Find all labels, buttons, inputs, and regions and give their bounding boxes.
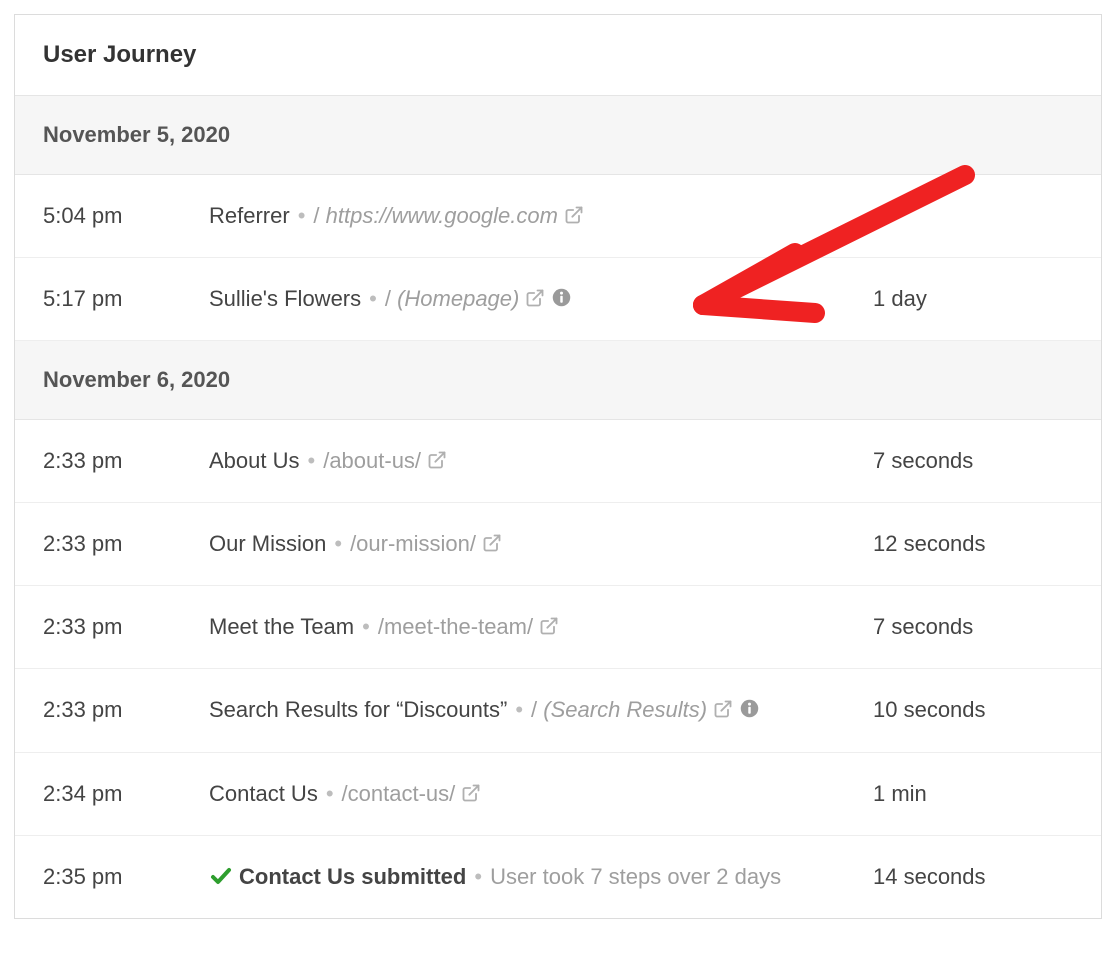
- row-title: Meet the Team: [209, 614, 354, 639]
- row-page: Sullie's Flowers•/ (Homepage): [209, 282, 873, 316]
- row-path: https://www.google.com: [326, 203, 558, 228]
- external-link-icon[interactable]: [713, 699, 733, 719]
- panel-title: User Journey: [15, 15, 1101, 96]
- external-link-icon[interactable]: [539, 616, 559, 636]
- row-title: Contact Us: [209, 781, 318, 806]
- row-time: 5:04 pm: [43, 199, 209, 233]
- row-duration: 7 seconds: [873, 444, 1073, 478]
- journey-row: 5:04 pmReferrer•/ https://www.google.com: [15, 175, 1101, 258]
- separator-dot: •: [318, 781, 342, 806]
- row-title: Sullie's Flowers: [209, 286, 361, 311]
- date-header: November 6, 2020: [15, 341, 1101, 420]
- row-path-prefix: /: [531, 697, 543, 722]
- row-path-prefix: /: [313, 203, 325, 228]
- journey-row: 2:33 pmAbout Us•/about-us/7 seconds: [15, 420, 1101, 503]
- journey-row: 2:33 pmSearch Results for “Discounts”•/ …: [15, 669, 1101, 752]
- journey-row: 2:34 pmContact Us•/contact-us/1 min: [15, 753, 1101, 836]
- info-icon[interactable]: [551, 287, 572, 308]
- row-path: /our-mission/: [350, 531, 476, 556]
- row-time: 2:34 pm: [43, 777, 209, 811]
- journey-row: 2:33 pmMeet the Team•/meet-the-team/7 se…: [15, 586, 1101, 669]
- date-header: November 5, 2020: [15, 96, 1101, 175]
- row-duration: 1 day: [873, 282, 1073, 316]
- row-title: Search Results for “Discounts”: [209, 697, 507, 722]
- external-link-icon[interactable]: [564, 205, 584, 225]
- row-time: 5:17 pm: [43, 282, 209, 316]
- journey-row: 2:33 pmOur Mission•/our-mission/12 secon…: [15, 503, 1101, 586]
- row-title: Contact Us submitted: [239, 864, 466, 889]
- row-duration: 10 seconds: [873, 693, 1073, 727]
- journey-row: 2:35 pmContact Us submitted•User took 7 …: [15, 836, 1101, 918]
- row-title: Our Mission: [209, 531, 326, 556]
- row-duration: 14 seconds: [873, 860, 1073, 894]
- separator-dot: •: [354, 614, 378, 639]
- row-time: 2:33 pm: [43, 610, 209, 644]
- row-time: 2:33 pm: [43, 444, 209, 478]
- external-link-icon[interactable]: [525, 288, 545, 308]
- separator-dot: •: [466, 864, 490, 889]
- separator-dot: •: [300, 448, 324, 473]
- row-page: About Us•/about-us/: [209, 444, 873, 478]
- check-icon: [209, 864, 233, 888]
- row-path-prefix: /: [385, 286, 397, 311]
- separator-dot: •: [290, 203, 314, 228]
- user-journey-panel: User Journey November 5, 20205:04 pmRefe…: [14, 14, 1102, 919]
- row-duration: 1 min: [873, 777, 1073, 811]
- row-time: 2:33 pm: [43, 527, 209, 561]
- row-page: Our Mission•/our-mission/: [209, 527, 873, 561]
- row-path: /about-us/: [323, 448, 421, 473]
- row-page: Meet the Team•/meet-the-team/: [209, 610, 873, 644]
- row-meta: User took 7 steps over 2 days: [490, 864, 781, 889]
- row-title: Referrer: [209, 203, 290, 228]
- row-duration: 7 seconds: [873, 610, 1073, 644]
- external-link-icon[interactable]: [427, 450, 447, 470]
- row-time: 2:35 pm: [43, 860, 209, 894]
- row-duration: 12 seconds: [873, 527, 1073, 561]
- separator-dot: •: [361, 286, 385, 311]
- separator-dot: •: [507, 697, 531, 722]
- journey-row: 5:17 pmSullie's Flowers•/ (Homepage)1 da…: [15, 258, 1101, 341]
- separator-dot: •: [326, 531, 350, 556]
- row-path: (Homepage): [397, 286, 519, 311]
- journey-body: November 5, 20205:04 pmReferrer•/ https:…: [15, 96, 1101, 918]
- row-page: Referrer•/ https://www.google.com: [209, 199, 873, 233]
- info-icon[interactable]: [739, 698, 760, 719]
- row-path: /meet-the-team/: [378, 614, 533, 639]
- row-time: 2:33 pm: [43, 693, 209, 727]
- row-page: Contact Us•/contact-us/: [209, 777, 873, 811]
- row-path: /contact-us/: [342, 781, 456, 806]
- external-link-icon[interactable]: [461, 783, 481, 803]
- row-page: Contact Us submitted•User took 7 steps o…: [209, 860, 873, 894]
- external-link-icon[interactable]: [482, 533, 502, 553]
- row-path: (Search Results): [543, 697, 707, 722]
- row-title: About Us: [209, 448, 300, 473]
- row-page: Search Results for “Discounts”•/ (Search…: [209, 693, 873, 727]
